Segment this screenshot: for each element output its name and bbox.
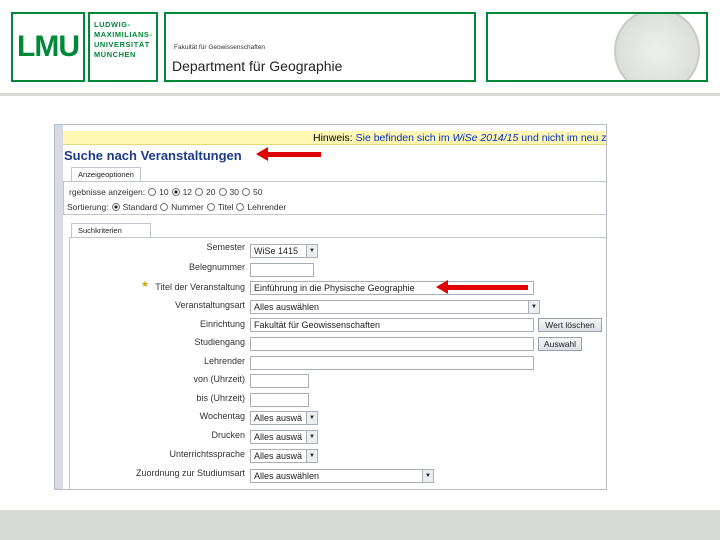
label-zuordnung: Zuordnung zur Studiumsart: [135, 468, 245, 478]
einrichtung-input[interactable]: Fakultät für Geowissenschaften: [250, 318, 534, 332]
wochentag-select[interactable]: Alles auswä ▼: [250, 411, 318, 425]
label-drucken: Drucken: [211, 430, 245, 440]
faculty-name: Fakultät für Geowissenschaften: [174, 44, 266, 51]
seal-box: [486, 12, 708, 82]
bis-uhrzeit-input[interactable]: [250, 393, 309, 407]
zuordnung-select[interactable]: Alles auswählen ▼: [250, 469, 434, 483]
clear-value-button[interactable]: Wert löschen: [538, 318, 602, 332]
dropdown-arrow-icon: ▼: [422, 470, 433, 482]
department-name: Department für Geographie: [172, 58, 343, 74]
label-titel: Titel der Veranstaltung: [155, 282, 245, 292]
lehrender-input[interactable]: [250, 356, 534, 370]
sort-label: Sortierung:: [67, 202, 109, 212]
university-seal-icon: [614, 14, 700, 80]
footer-band: [0, 510, 720, 540]
veranstaltungsart-select[interactable]: Alles auswählen ▼: [250, 300, 540, 314]
label-einrichtung: Einrichtung: [199, 319, 245, 329]
header-band: [0, 93, 720, 96]
embedded-screenshot: Hinweis: Sie befinden sich im WiSe 2014/…: [54, 124, 607, 490]
department-box: Fakultät für Geowissenschaften Departmen…: [164, 12, 476, 82]
dropdown-arrow-icon: ▼: [306, 245, 317, 257]
label-semester: Semester: [206, 242, 245, 252]
label-unterrichtssprache: Unterrichtssprache: [169, 449, 245, 459]
dropdown-arrow-icon: ▼: [528, 301, 539, 313]
hint-semester: WiSe 2014/15: [452, 132, 519, 144]
label-lehrender: Lehrender: [203, 356, 245, 366]
semester-select[interactable]: WiSe 1415 ▼: [250, 244, 318, 258]
belegnummer-input[interactable]: [250, 263, 314, 277]
logo-name-line: MÜNCHEN: [94, 50, 136, 59]
hint-text: Sie befinden sich im WiSe 2014/15 und ni…: [355, 132, 607, 144]
label-von-uhrzeit: von (Uhrzeit): [193, 374, 245, 384]
slide: LMU LUDWIG- MAXIMILIANS- UNIVERSITÄT MÜN…: [0, 0, 720, 540]
logo-name-line: LUDWIG-: [94, 20, 131, 29]
criteria-labels: Semester Belegnummer Titel der Veranstal…: [115, 125, 245, 489]
lmu-logo: LMU: [11, 12, 85, 82]
lmu-logo-text: LMU: [17, 30, 80, 63]
dropdown-arrow-icon: ▼: [306, 412, 317, 424]
label-veranstaltungsart: Veranstaltungsart: [174, 300, 245, 310]
label-belegnummer: Belegnummer: [188, 262, 245, 272]
dropdown-arrow-icon: ▼: [306, 450, 317, 462]
von-uhrzeit-input[interactable]: [250, 374, 309, 388]
hint-prefix: Hinweis:: [313, 132, 356, 144]
screenshot-left-border: [55, 125, 63, 489]
header: LMU LUDWIG- MAXIMILIANS- UNIVERSITÄT MÜN…: [0, 0, 720, 93]
logo-name-line: MAXIMILIANS-: [94, 30, 153, 39]
label-studiengang: Studiengang: [194, 337, 245, 347]
drucken-select[interactable]: Alles auswä ▼: [250, 430, 318, 444]
unterrichtssprache-select[interactable]: Alles auswä ▼: [250, 449, 318, 463]
dropdown-arrow-icon: ▼: [306, 431, 317, 443]
university-name-logo: LUDWIG- MAXIMILIANS- UNIVERSITÄT MÜNCHEN: [88, 12, 158, 82]
label-wochentag: Wochentag: [199, 411, 245, 421]
logo-name-line: UNIVERSITÄT: [94, 40, 150, 49]
studiengang-input[interactable]: [250, 337, 534, 351]
star-icon: ★: [141, 279, 150, 289]
label-bis-uhrzeit: bis (Uhrzeit): [196, 393, 245, 403]
select-button[interactable]: Auswahl: [538, 337, 582, 351]
